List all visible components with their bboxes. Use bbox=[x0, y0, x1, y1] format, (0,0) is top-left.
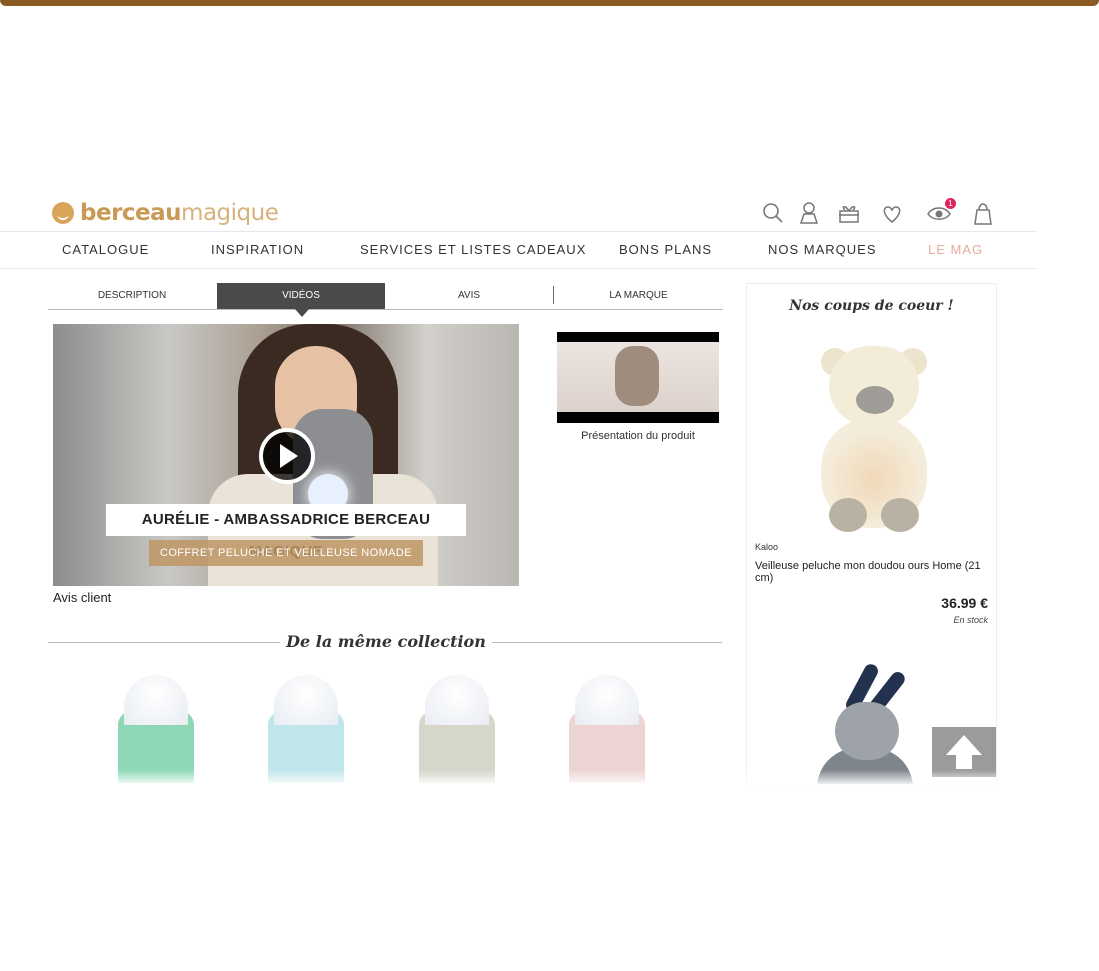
collection-divider-left bbox=[48, 642, 280, 643]
logo-icon bbox=[52, 202, 74, 224]
nav-catalogue[interactable]: CATALOGUE bbox=[62, 242, 149, 257]
user-icon[interactable] bbox=[796, 200, 822, 226]
product-tabs: DESCRIPTION VIDÉOS AVIS LA MARQUE bbox=[48, 283, 723, 310]
video-label: Avis client bbox=[53, 590, 112, 605]
product-image-bunny[interactable] bbox=[807, 661, 927, 784]
nav-nos-marques[interactable]: NOS MARQUES bbox=[768, 242, 877, 257]
collection-product-1[interactable] bbox=[96, 675, 226, 783]
tab-videos[interactable]: VIDÉOS bbox=[217, 283, 385, 309]
logo-text-bold: berceau bbox=[80, 200, 182, 226]
collection-product-3[interactable] bbox=[397, 675, 527, 783]
bunny-head bbox=[835, 702, 899, 760]
teddy-foot-right bbox=[881, 498, 919, 532]
site-logo[interactable]: berceau magique bbox=[52, 198, 279, 228]
eye-badge: 1 bbox=[945, 198, 956, 209]
tab-separator bbox=[553, 286, 554, 304]
favorites-sidebar: Nos coups de coeur ! Kaloo Veilleuse pel… bbox=[746, 283, 997, 785]
product-name[interactable]: Veilleuse peluche mon doudou ours Home (… bbox=[755, 560, 987, 584]
active-tab-arrow bbox=[295, 309, 309, 317]
nav-services[interactable]: SERVICES ET LISTES CADEAUX bbox=[360, 242, 586, 257]
sidebar-title: Nos coups de coeur ! bbox=[789, 298, 954, 314]
nav-le-mag[interactable]: LE MAG bbox=[928, 242, 983, 257]
thumbnail-bear bbox=[615, 346, 659, 406]
play-icon[interactable] bbox=[259, 428, 315, 484]
video-caption-subtitle: COFFRET PELUCHE ET VEILLEUSE NOMADE bbox=[149, 540, 423, 566]
bag-icon[interactable] bbox=[970, 200, 996, 226]
nav-divider bbox=[0, 268, 1037, 269]
collection-product-4[interactable] bbox=[547, 675, 677, 783]
lamp-dome bbox=[425, 675, 489, 725]
search-icon[interactable] bbox=[760, 200, 786, 226]
product-image-teddy[interactable] bbox=[811, 346, 935, 536]
video-thumbnail[interactable] bbox=[557, 332, 719, 423]
collection-divider-right bbox=[492, 642, 722, 643]
nav-inspiration[interactable]: INSPIRATION bbox=[211, 242, 304, 257]
nav-bons-plans[interactable]: BONS PLANS bbox=[619, 242, 712, 257]
teddy-snout bbox=[856, 386, 894, 414]
teddy-foot-left bbox=[829, 498, 867, 532]
tab-la-marque[interactable]: LA MARQUE bbox=[554, 283, 723, 309]
main-nav: CATALOGUE INSPIRATION SERVICES ET LISTES… bbox=[0, 232, 1037, 268]
thumbnail-image bbox=[557, 342, 719, 412]
video-caption-title: AURÉLIE - AMBASSADRICE BERCEAU MAGIQUE bbox=[106, 504, 466, 560]
lamp-dome bbox=[575, 675, 639, 725]
tab-avis[interactable]: AVIS bbox=[385, 283, 553, 309]
product-price: 36.99 € bbox=[941, 595, 988, 611]
heart-icon[interactable] bbox=[879, 200, 905, 226]
collection-title: De la même collection bbox=[286, 632, 486, 651]
screenshot-fade bbox=[0, 770, 1099, 786]
logo-text-light: magique bbox=[181, 200, 279, 226]
thumbnail-caption[interactable]: Présentation du produit bbox=[557, 430, 719, 442]
main-video-player[interactable]: AURÉLIE - AMBASSADRICE BERCEAU MAGIQUE C… bbox=[53, 324, 519, 586]
tab-description[interactable]: DESCRIPTION bbox=[48, 283, 216, 309]
product-brand: Kaloo bbox=[755, 542, 779, 552]
lamp-dome bbox=[274, 675, 338, 725]
arrow-up-icon bbox=[946, 735, 982, 769]
stock-status: En stock bbox=[953, 615, 988, 625]
window-top-border bbox=[0, 0, 1099, 6]
gift-icon[interactable] bbox=[836, 200, 862, 226]
eye-icon[interactable]: 1 bbox=[926, 198, 956, 226]
collection-product-2[interactable] bbox=[246, 675, 376, 783]
lamp-dome bbox=[124, 675, 188, 725]
